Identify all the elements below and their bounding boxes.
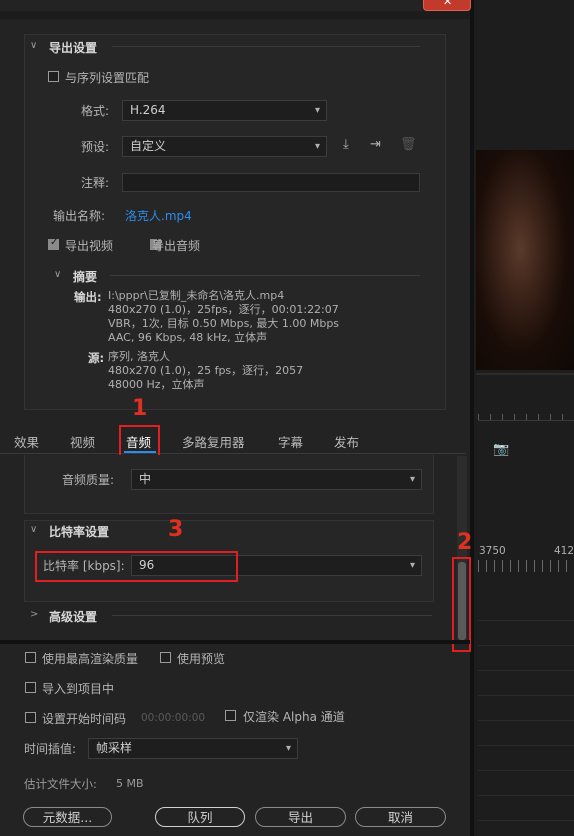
summary-title-line [110,275,420,276]
export-settings-dialog: ✕ ∨ 导出设置 与序列设置匹配 格式: H.264 ▾ 预设: 自定义 ▾ ⤓… [0,0,473,836]
set-start-timecode-checkbox[interactable] [25,712,36,723]
summary-line: 480x270 (1.0)，25fps，逐行，00:01:22:07 [108,303,339,316]
summary-source-info: 序列, 洛克人 480x270 (1.0)，25 fps，逐行，2057 480… [108,350,303,392]
summary-line: 480x270 (1.0)，25 fps，逐行，2057 [108,364,304,377]
export-audio-label: 导出音频 [152,239,201,253]
tab-publish[interactable]: 发布 [334,432,359,451]
chevron-down-icon: ▾ [285,743,291,754]
advanced-section-title: 高级设置 [49,610,98,624]
tab-captions[interactable]: 字幕 [278,432,303,451]
output-name-label: 输出名称: [53,209,106,223]
estimated-filesize-label: 估计文件大小: [24,777,97,791]
summary-line: AAC, 96 Kbps, 48 kHz, 立体声 [108,331,268,344]
audio-quality-select[interactable]: 中 ▾ [131,469,422,490]
queue-button[interactable]: 队列 [155,807,245,827]
annotation-box-2 [452,557,471,652]
tab-video[interactable]: 视频 [70,432,95,451]
chevron-down-icon: ▾ [314,105,320,116]
alpha-only-label: 仅渲染 Alpha 通道 [243,710,345,724]
time-interpolation-select[interactable]: 帧采样 ▾ [88,738,298,759]
estimated-filesize-value: 5 MB [116,777,144,790]
panel-divider [470,0,474,836]
summary-line: 序列, 洛克人 [108,350,170,363]
summary-line: I:\pppr\已复制_未命名\洛克人.mp4 [108,289,285,302]
timecode-value: 00:00:00:00 [141,712,206,724]
section-title-line [112,46,420,47]
max-render-quality-checkbox[interactable] [25,652,36,663]
time-interpolation-label: 时间插值: [24,742,77,756]
summary-source-label: 源: [88,351,105,365]
save-preset-icon[interactable]: ⤓ [343,137,349,152]
camera-icon[interactable]: 📷 [493,442,509,457]
close-button[interactable]: ✕ [423,0,471,11]
timeline-tick-label: 4125 [554,545,574,557]
delete-preset-icon[interactable]: 🗑 [400,137,417,152]
preset-label: 预设: [81,140,110,154]
match-sequence-label: 与序列设置匹配 [65,71,150,85]
use-preview-checkbox[interactable] [160,652,171,663]
export-button[interactable]: 导出 [255,807,346,827]
bottom-divider [0,640,470,644]
set-start-timecode-label: 设置开始时间码 [42,712,127,726]
import-preset-icon[interactable]: ⇥ [370,137,381,152]
chevron-down-icon: ▾ [409,560,415,571]
chevron-down-icon: ▾ [314,141,320,152]
summary-title: 摘要 [73,270,98,284]
preset-value: 自定义 [130,139,167,153]
annotation-number-3: 3 [168,517,184,542]
format-label: 格式: [81,104,110,118]
metadata-button[interactable]: 元数据... [23,807,112,827]
import-to-project-checkbox[interactable] [25,682,36,693]
preset-select[interactable]: 自定义 ▾ [122,136,327,157]
right-panel-divider [476,373,574,375]
comment-label: 注释: [81,176,110,190]
format-select[interactable]: H.264 ▾ [122,100,327,121]
timeline-ruler-top [478,408,574,421]
timeline-tick-label: 3750 [479,545,506,557]
output-name-link[interactable]: 洛克人.mp4 [125,207,192,224]
import-to-project-label: 导入到项目中 [42,682,115,696]
summary-output-info: I:\pppr\已复制_未命名\洛克人.mp4 480x270 (1.0)，25… [108,289,339,345]
top-bar [0,11,470,19]
cancel-button[interactable]: 取消 [355,807,446,827]
audio-quality-label: 音频质量: [62,473,115,487]
audio-quality-value: 中 [139,472,152,486]
annotation-number-2: 2 [457,530,473,555]
bitrate-section-title: 比特率设置 [49,525,110,539]
summary-line: VBR，1次, 目标 0.50 Mbps, 最大 1.00 Mbps [108,317,340,330]
chevron-down-icon[interactable]: ∨ [30,524,37,535]
max-render-quality-label: 使用最高渲染质量 [42,652,139,666]
export-video-label: 导出视频 [65,239,114,253]
video-preview [476,150,574,370]
chevron-down-icon[interactable]: ∨ [30,40,37,51]
comment-input[interactable] [122,173,420,192]
format-value: H.264 [130,103,166,117]
annotation-box-3 [35,551,238,582]
use-preview-label: 使用预览 [177,652,226,666]
match-sequence-checkbox[interactable] [48,71,59,82]
timeline-ruler [478,560,574,572]
annotation-number-1: 1 [132,396,148,421]
summary-line: 48000 Hz，立体声 [108,378,205,391]
tab-effects[interactable]: 效果 [14,432,39,451]
close-icon: ✕ [443,0,453,8]
time-interpolation-value: 帧采样 [96,741,133,755]
summary-output-label: 输出: [74,290,102,304]
advanced-section-line [112,615,432,616]
timeline-track [478,596,574,836]
chevron-down-icon: ▾ [409,474,415,485]
chevron-down-icon[interactable]: ∨ [54,269,61,280]
export-settings-title: 导出设置 [49,41,98,55]
export-video-checkbox[interactable] [48,237,59,250]
tab-multiplexer[interactable]: 多路复用器 [182,432,245,451]
alpha-only-checkbox[interactable] [225,710,236,721]
chevron-right-icon[interactable]: > [30,609,38,620]
